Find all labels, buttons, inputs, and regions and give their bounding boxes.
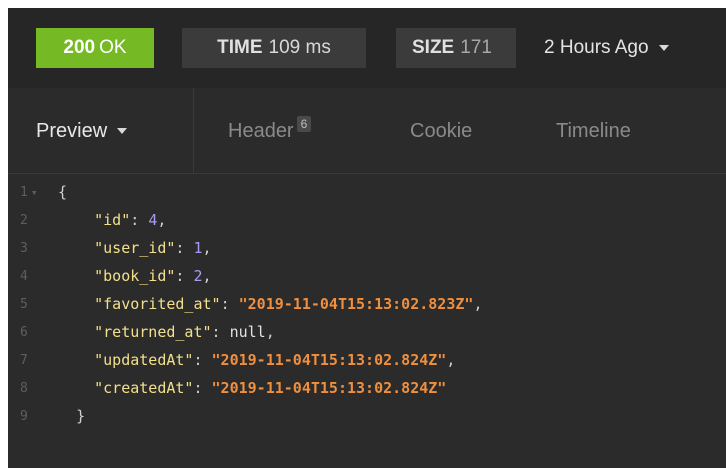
history-dropdown[interactable]: 2 Hours Ago (544, 28, 669, 68)
fold-arrow-icon[interactable]: ▾ (31, 186, 38, 199)
line-number: 8 (20, 380, 28, 396)
status-code: 200 (63, 37, 96, 58)
status-text: OK (99, 37, 127, 58)
code-line: 4 "book_id": 2, (8, 262, 726, 290)
response-panel: 200 OK TIME 109 ms SIZE 171 2 Hours Ago … (8, 8, 726, 468)
history-label: 2 Hours Ago (544, 37, 649, 58)
line-number: 6 (20, 324, 28, 340)
json-key: "book_id" (94, 267, 176, 285)
caret-down-icon (658, 45, 669, 51)
json-key: "returned_at" (94, 323, 212, 341)
json-key: "createdAt" (94, 379, 194, 397)
json-preview[interactable]: 1 ▾ { 2 "id": 4, 3 "user_id": 1, 4 "book_… (8, 174, 726, 468)
line-number: 2 (20, 212, 28, 228)
json-null: null (229, 323, 266, 341)
tab-preview-label: Preview (36, 119, 108, 142)
tab-header[interactable]: Header 6 (228, 88, 312, 174)
size-value: 171 (460, 37, 492, 58)
json-key: "favorited_at" (94, 295, 221, 313)
json-number: 1 (193, 239, 203, 257)
json-number: 4 (148, 211, 158, 229)
caret-down-icon (117, 128, 128, 134)
time-badge: TIME 109 ms (182, 28, 366, 68)
close-brace: } (76, 407, 86, 425)
json-number: 2 (193, 267, 203, 285)
response-tabs: Preview Header 6 Cookie Timeline (8, 88, 726, 174)
line-number: 4 (20, 268, 28, 284)
tab-cookie[interactable]: Cookie (410, 88, 472, 174)
open-brace: { (58, 183, 68, 201)
json-string: "2019-11-04T15:13:02.823Z" (238, 295, 474, 313)
code-line: 3 "user_id": 1, (8, 234, 726, 262)
line-number: 9 (20, 408, 28, 424)
code-line: 2 "id": 4, (8, 206, 726, 234)
tab-cookie-label: Cookie (410, 119, 473, 142)
size-badge: SIZE 171 (396, 28, 516, 68)
size-label: SIZE (412, 37, 455, 58)
time-value: 109 ms (268, 37, 331, 58)
json-string: "2019-11-04T15:13:02.824Z" (211, 379, 447, 397)
code-line: 5 "favorited_at": "2019-11-04T15:13:02.8… (8, 290, 726, 318)
code-line: 9 } (8, 402, 726, 430)
tab-preview[interactable]: Preview (36, 88, 128, 174)
tab-timeline[interactable]: Timeline (556, 88, 631, 174)
status-badge: 200 OK (36, 28, 154, 68)
time-label: TIME (217, 37, 263, 58)
code-line: 1 ▾ { (8, 178, 726, 206)
line-number: 3 (20, 240, 28, 256)
json-key: "user_id" (94, 239, 176, 257)
line-number: 5 (20, 296, 28, 312)
code-line: 8 "createdAt": "2019-11-04T15:13:02.824Z… (8, 374, 726, 402)
code-line: 6 "returned_at": null, (8, 318, 726, 346)
line-number: 1 ▾ (20, 184, 38, 200)
code-line: 7 "updatedAt": "2019-11-04T15:13:02.824Z… (8, 346, 726, 374)
line-number: 7 (20, 352, 28, 368)
json-key: "updatedAt" (94, 351, 194, 369)
tab-header-label: Header (228, 119, 294, 142)
json-key: "id" (94, 211, 131, 229)
response-status-bar: 200 OK TIME 109 ms SIZE 171 2 Hours Ago (8, 8, 726, 88)
header-count-badge: 6 (296, 116, 312, 132)
json-string: "2019-11-04T15:13:02.824Z" (211, 351, 447, 369)
tab-divider (193, 88, 194, 174)
tab-timeline-label: Timeline (556, 119, 631, 142)
